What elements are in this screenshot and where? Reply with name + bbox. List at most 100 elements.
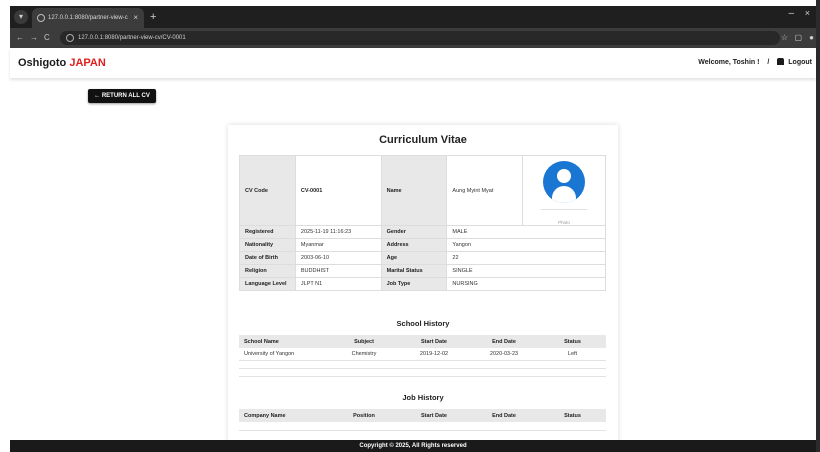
school-history-table: School Name Subject Start Date End Date …	[239, 335, 606, 377]
job-history-header: Company Name Position Start Date End Dat…	[239, 409, 606, 422]
end-date-cell: 2020-03-23	[469, 348, 539, 361]
table-row	[239, 360, 606, 369]
browser-tab[interactable]: 127.0.0.1:8080/partner-view-c ×	[32, 8, 144, 28]
cv-card: Curriculum Vitae CV Code CV-0001 Name Au…	[228, 125, 618, 445]
column-header: Status	[539, 409, 606, 422]
page-footer: Copyright © 2025, All Rights reserved	[10, 440, 816, 452]
table-row: University of Yangon Chemistry 2019-12-0…	[239, 348, 606, 361]
registered-value: 2025-11-19 11:16:23	[294, 225, 382, 239]
browser-toolbar: ← → C 127.0.0.1:8080/partner-view-cv/CV-…	[10, 28, 816, 48]
nav-separator: /	[767, 59, 770, 66]
subject-cell: Chemistry	[329, 348, 399, 361]
nationality-label: Nationality	[239, 238, 296, 252]
table-row	[239, 368, 606, 377]
empty-cell	[239, 422, 606, 431]
marital-status-value: SINGLE	[446, 264, 606, 278]
age-label: Age	[380, 251, 448, 265]
column-header: End Date	[469, 409, 539, 422]
column-header: School Name	[239, 335, 329, 348]
gender-value: MALE	[446, 225, 606, 239]
cv-info-row: Religion BUDDHIST Marital Status SINGLE	[239, 264, 606, 278]
logout-label: Logout	[788, 59, 812, 66]
new-tab-button[interactable]: +	[150, 8, 156, 26]
school-name-cell: University of Yangon	[239, 348, 329, 361]
right-edge	[816, 0, 820, 452]
religion-label: Religion	[239, 264, 296, 278]
column-header: Status	[539, 335, 606, 348]
language-level-value: JLPT N1	[294, 277, 382, 291]
screen: ▾ 127.0.0.1:8080/partner-view-c × + – × …	[0, 0, 820, 452]
logout-link[interactable]: Logout	[777, 58, 812, 66]
welcome-text: Welcome, Toshin !	[698, 59, 760, 66]
window-close-button[interactable]: ×	[805, 8, 810, 18]
job-type-label: Job Type	[380, 277, 448, 291]
globe-icon	[37, 14, 45, 22]
column-header: Subject	[329, 335, 399, 348]
start-date-cell: 2019-12-02	[399, 348, 469, 361]
cv-title: Curriculum Vitae	[379, 134, 467, 146]
photo-divider	[541, 209, 588, 210]
address-bar[interactable]: 127.0.0.1:8080/partner-view-cv/CV-0001	[60, 31, 780, 45]
empty-cell	[239, 368, 606, 377]
table-row	[239, 422, 606, 431]
profile-icon[interactable]: ●	[809, 31, 814, 45]
gender-label: Gender	[380, 225, 448, 239]
nationality-value: Myanmar	[294, 238, 382, 252]
avatar-icon	[543, 161, 586, 203]
registered-label: Registered	[239, 225, 296, 239]
age-value: 22	[446, 251, 606, 265]
user-icon	[777, 58, 785, 65]
brand-accent: JAPAN	[69, 57, 106, 69]
cv-info-row: Nationality Myanmar Address Yangon	[239, 238, 606, 252]
star-icon[interactable]: ☆	[781, 31, 788, 45]
back-button[interactable]: ←	[16, 31, 24, 45]
extensions-icon[interactable]: ▢	[794, 31, 802, 45]
tab-title: 127.0.0.1:8080/partner-view-c	[48, 15, 128, 21]
photo-caption: Photo	[558, 220, 570, 225]
brand-logo[interactable]: Oshigoto JAPAN	[18, 57, 106, 69]
status-cell: Left	[539, 348, 606, 361]
tab-close-icon[interactable]: ×	[133, 8, 138, 28]
column-header: Start Date	[399, 409, 469, 422]
cv-info-row: Registered 2025-11-19 11:16:23 Gender MA…	[239, 225, 606, 239]
site-info-icon[interactable]	[66, 34, 74, 42]
religion-value: BUDDHIST	[294, 264, 382, 278]
dob-label: Date of Birth	[239, 251, 296, 265]
url-text: 127.0.0.1:8080/partner-view-cv/CV-0001	[78, 35, 186, 41]
name-label: Name	[380, 155, 448, 226]
address-value: Yangon	[446, 238, 606, 252]
cv-info-row: Date of Birth 2003-06-10 Age 22	[239, 251, 606, 265]
left-edge	[0, 0, 10, 452]
job-type-value: NURSING	[446, 277, 606, 291]
marital-status-label: Marital Status	[380, 264, 448, 278]
photo-cell: Photo	[522, 155, 606, 226]
return-all-cv-button[interactable]: ← RETURN ALL CV	[88, 89, 156, 103]
cv-info-table: CV Code CV-0001 Name Aung Myint Myat Pho…	[239, 155, 606, 291]
column-header: End Date	[469, 335, 539, 348]
empty-cell	[239, 360, 606, 369]
cv-code-value: CV-0001	[294, 155, 382, 226]
window-minimize-button[interactable]: –	[788, 8, 794, 19]
site-navbar: Oshigoto JAPAN Welcome, Toshin ! / Logou…	[10, 48, 816, 78]
column-header: Company Name	[239, 409, 329, 422]
language-level-label: Language Level	[239, 277, 296, 291]
cv-info-row: CV Code CV-0001 Name Aung Myint Myat Pho…	[239, 155, 606, 226]
dob-value: 2003-06-10	[294, 251, 382, 265]
cv-code-label: CV Code	[239, 155, 296, 226]
avatar-head	[557, 169, 572, 183]
school-history-title: School History	[396, 319, 450, 328]
column-header: Start Date	[399, 335, 469, 348]
tab-search-icon[interactable]: ▾	[14, 10, 28, 24]
school-history-header: School Name Subject Start Date End Date …	[239, 335, 606, 348]
name-value: Aung Myint Myat	[446, 155, 524, 226]
user-area: Welcome, Toshin ! / Logout	[698, 58, 812, 66]
browser-tab-strip: ▾ 127.0.0.1:8080/partner-view-c × + – ×	[10, 6, 816, 28]
avatar-body	[552, 186, 577, 203]
job-history-table: Company Name Position Start Date End Dat…	[239, 409, 606, 431]
column-header: Position	[329, 409, 399, 422]
address-label: Address	[380, 238, 448, 252]
brand-name: Oshigoto	[18, 57, 67, 69]
cv-info-row: Language Level JLPT N1 Job Type NURSING	[239, 277, 606, 291]
reload-button[interactable]: C	[44, 31, 50, 45]
forward-button[interactable]: →	[30, 31, 38, 45]
